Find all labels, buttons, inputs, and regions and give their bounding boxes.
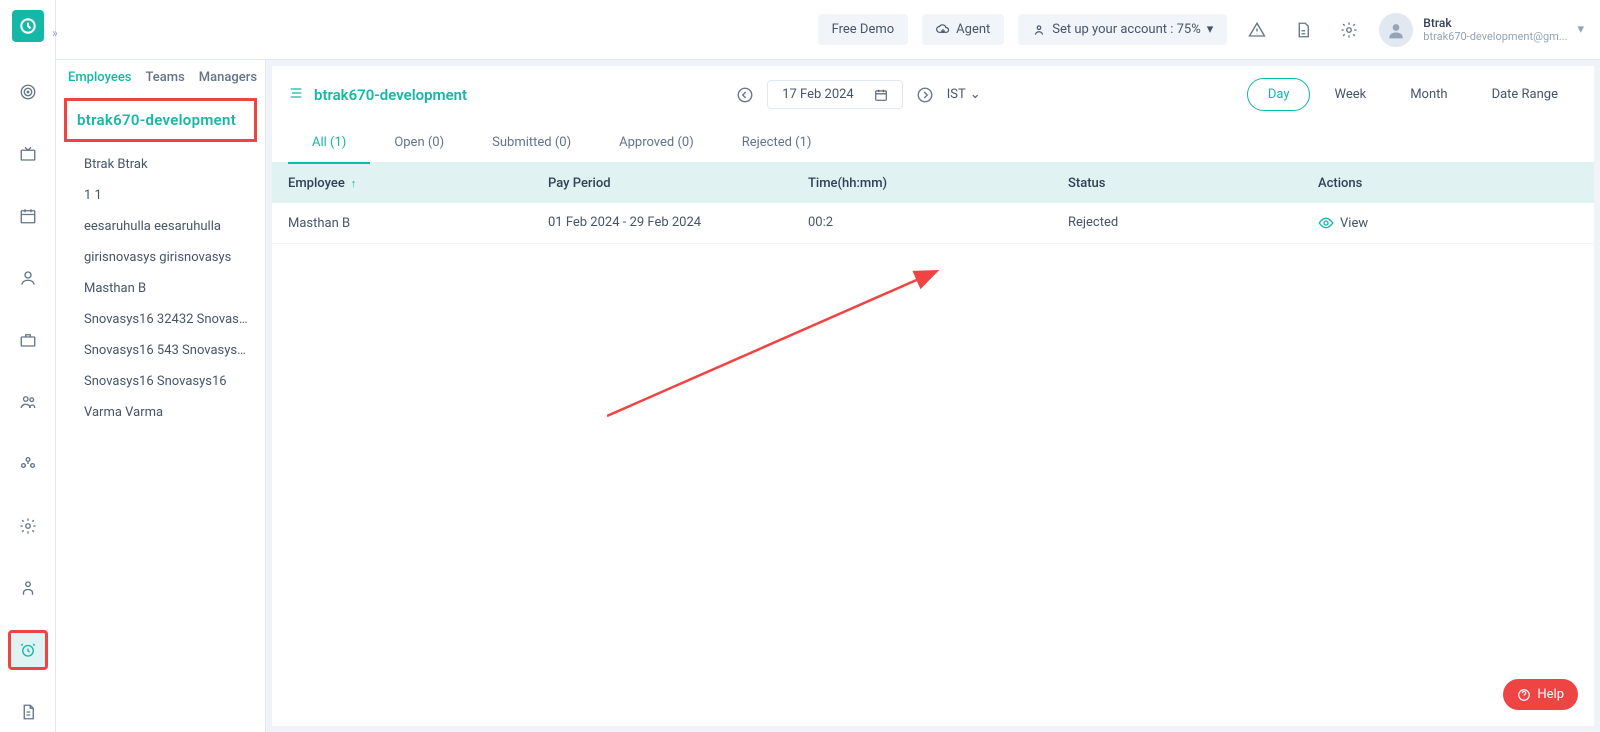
list-item[interactable]: Masthan B xyxy=(56,273,265,304)
filter-open-tab[interactable]: Open (0) xyxy=(370,123,468,164)
cell-status: Rejected xyxy=(1068,215,1318,231)
cell-time: 00:2 xyxy=(808,215,1068,231)
nav-people-icon[interactable] xyxy=(8,382,48,422)
filter-rejected-tab[interactable]: Rejected (1) xyxy=(718,123,836,164)
settings-icon[interactable] xyxy=(1333,14,1365,46)
cloud-download-icon xyxy=(936,23,950,37)
nav-gear-icon[interactable] xyxy=(8,506,48,546)
next-date-button[interactable] xyxy=(913,83,937,107)
tab-managers[interactable]: Managers xyxy=(199,70,257,85)
help-button[interactable]: Help xyxy=(1503,679,1578,710)
cell-employee: Masthan B xyxy=(288,215,548,231)
filter-approved-tab[interactable]: Approved (0) xyxy=(595,123,718,164)
list-item[interactable]: Btrak Btrak xyxy=(56,149,265,180)
help-icon xyxy=(1517,688,1531,702)
vertical-nav: » xyxy=(0,0,56,732)
prev-date-button[interactable] xyxy=(733,83,757,107)
annotation-arrow xyxy=(607,236,957,436)
date-picker[interactable]: 17 Feb 2024 xyxy=(767,80,903,109)
calendar-icon xyxy=(874,88,888,102)
tab-teams[interactable]: Teams xyxy=(145,70,184,85)
file-icon[interactable] xyxy=(1287,14,1319,46)
tab-employees[interactable]: Employees xyxy=(68,70,131,85)
list-item[interactable]: 1 1 xyxy=(56,180,265,211)
list-item[interactable]: Snovasys16 543 Snovasys16 xyxy=(56,335,265,366)
nav-calendar-icon[interactable] xyxy=(8,196,48,236)
org-name-container: btrak670-development xyxy=(64,98,257,142)
nav-person-icon[interactable] xyxy=(8,258,48,298)
view-range-button[interactable]: Date Range xyxy=(1472,79,1578,110)
nav-document-icon[interactable] xyxy=(8,692,48,732)
view-day-button[interactable]: Day xyxy=(1247,78,1311,111)
warning-icon[interactable] xyxy=(1241,14,1273,46)
sidebar-panel: Employees Teams Managers btrak670-develo… xyxy=(56,60,266,732)
nav-briefcase-icon[interactable] xyxy=(8,320,48,360)
header-status[interactable]: Status xyxy=(1068,176,1318,191)
header-pay-period[interactable]: Pay Period xyxy=(548,176,808,191)
timezone-select[interactable]: IST ⌄ xyxy=(947,87,981,102)
header-actions: Actions xyxy=(1318,176,1578,191)
user-email: btrak670-development@gm... xyxy=(1423,30,1567,43)
list-item[interactable]: Snovasys16 32432 Snovasys16 xyxy=(56,304,265,335)
timesheet-table: Employee ↑ Pay Period Time(hh:mm) Status… xyxy=(272,164,1594,244)
main-panel: btrak670-development 17 Feb 2024 xyxy=(272,66,1594,726)
list-item[interactable]: Varma Varma xyxy=(56,397,265,428)
list-item[interactable]: eesaruhulla eesaruhulla xyxy=(56,211,265,242)
view-action-button[interactable]: View xyxy=(1318,215,1368,231)
nav-user-icon[interactable] xyxy=(8,568,48,608)
page-title: btrak670-development xyxy=(314,86,467,104)
hamburger-icon[interactable] xyxy=(288,85,304,105)
filter-all-tab[interactable]: All (1) xyxy=(288,123,370,164)
table-row: Masthan B 01 Feb 2024 - 29 Feb 2024 00:2… xyxy=(272,203,1594,244)
user-setup-icon xyxy=(1032,23,1046,37)
view-month-button[interactable]: Month xyxy=(1390,79,1467,110)
chevron-down-icon: ▾ xyxy=(1207,22,1214,37)
chevron-down-icon: ▾ xyxy=(1577,22,1584,37)
nav-alarm-icon[interactable] xyxy=(8,630,48,670)
agent-button[interactable]: Agent xyxy=(922,14,1004,45)
list-item[interactable]: girisnovasys girisnovasys xyxy=(56,242,265,273)
header-time[interactable]: Time(hh:mm) xyxy=(808,176,1068,191)
sort-ascending-icon: ↑ xyxy=(351,177,357,190)
nav-tv-icon[interactable] xyxy=(8,134,48,174)
chevron-down-icon: ⌄ xyxy=(970,87,981,102)
employee-list: Btrak Btrak 1 1 eesaruhulla eesaruhulla … xyxy=(56,145,265,432)
nav-team-icon[interactable] xyxy=(8,444,48,484)
nav-target-icon[interactable] xyxy=(8,72,48,112)
logo-icon[interactable] xyxy=(12,10,44,42)
expand-sidebar-icon[interactable]: » xyxy=(52,26,58,40)
avatar xyxy=(1379,13,1413,47)
view-week-button[interactable]: Week xyxy=(1314,79,1386,110)
org-name[interactable]: btrak670-development xyxy=(77,111,236,129)
cell-pay-period: 01 Feb 2024 - 29 Feb 2024 xyxy=(548,215,808,231)
user-name: Btrak xyxy=(1423,16,1567,30)
eye-icon xyxy=(1318,215,1334,231)
user-menu[interactable]: Btrak btrak670-development@gm... ▾ xyxy=(1379,13,1584,47)
free-demo-button[interactable]: Free Demo xyxy=(818,14,909,45)
list-item[interactable]: Snovasys16 Snovasys16 xyxy=(56,366,265,397)
filter-submitted-tab[interactable]: Submitted (0) xyxy=(468,123,595,164)
header-employee[interactable]: Employee ↑ xyxy=(288,176,548,191)
top-bar: Free Demo Agent Set up your account : 75… xyxy=(56,0,1600,60)
setup-account-button[interactable]: Set up your account : 75% ▾ xyxy=(1018,14,1227,45)
